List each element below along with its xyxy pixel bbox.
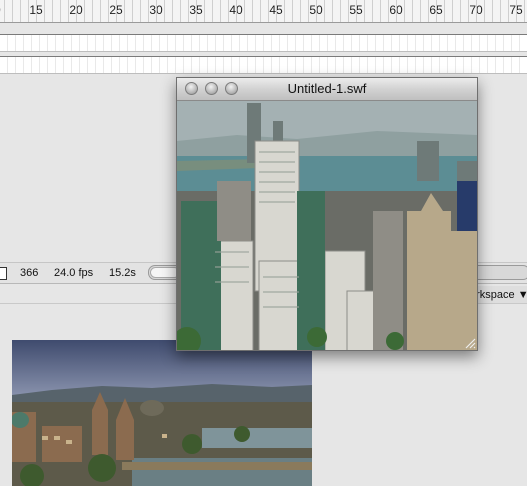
ruler-tick xyxy=(172,0,173,22)
ruler-tick xyxy=(492,0,493,22)
ruler-tick xyxy=(132,0,133,22)
ruler-tick xyxy=(412,0,413,22)
ruler-tick xyxy=(204,0,205,22)
ruler-tick xyxy=(148,0,149,22)
ruler-tick xyxy=(84,0,85,22)
ruler-tick xyxy=(68,0,69,22)
ruler-tick xyxy=(364,0,365,22)
ruler-tick xyxy=(356,0,357,22)
ruler-tick xyxy=(92,0,93,22)
window-title: Untitled-1.swf xyxy=(287,81,367,96)
ruler-number: 0 xyxy=(0,3,1,17)
ruler-tick xyxy=(324,0,325,22)
ruler-tick xyxy=(140,0,141,22)
frame-icon xyxy=(0,267,7,280)
ruler-tick xyxy=(444,0,445,22)
ruler-tick xyxy=(44,0,45,22)
ruler-tick xyxy=(524,0,525,22)
ruler-tick xyxy=(164,0,165,22)
ruler-tick xyxy=(500,0,501,22)
ruler-tick xyxy=(300,0,301,22)
ruler-tick xyxy=(428,0,429,22)
resize-grip-icon[interactable] xyxy=(464,337,476,349)
ruler-tick xyxy=(284,0,285,22)
prague-city-photo xyxy=(12,340,312,486)
ruler-tick xyxy=(484,0,485,22)
hong-kong-skyline-photo xyxy=(177,101,477,350)
ruler-tick xyxy=(212,0,213,22)
workspace-switcher[interactable]: orkspace ▼ xyxy=(470,286,527,304)
ruler-tick xyxy=(340,0,341,22)
ruler-tick xyxy=(180,0,181,22)
ruler-tick xyxy=(228,0,229,22)
ruler-tick xyxy=(396,0,397,22)
ruler-tick xyxy=(308,0,309,22)
ruler-tick xyxy=(452,0,453,22)
ruler-tick xyxy=(292,0,293,22)
frame-rate: 24.0 fps xyxy=(54,267,94,279)
ruler-tick xyxy=(268,0,269,22)
ruler-tick xyxy=(52,0,53,22)
ruler-tick xyxy=(28,0,29,22)
ruler-tick xyxy=(116,0,117,22)
current-frame: 366 xyxy=(20,267,39,279)
ruler-tick xyxy=(260,0,261,22)
ruler-tick xyxy=(20,0,21,22)
ruler-tick xyxy=(332,0,333,22)
ruler-tick xyxy=(476,0,477,22)
ruler-tick xyxy=(124,0,125,22)
timeline-layer-row[interactable] xyxy=(0,56,527,74)
ruler-tick xyxy=(12,0,13,22)
stage-photo[interactable] xyxy=(12,340,312,486)
ruler-tick xyxy=(468,0,469,22)
ruler-tick xyxy=(60,0,61,22)
ruler-tick xyxy=(188,0,189,22)
ruler-tick xyxy=(388,0,389,22)
ruler-tick xyxy=(196,0,197,22)
ruler-tick xyxy=(516,0,517,22)
ruler-tick xyxy=(252,0,253,22)
ruler-tick xyxy=(244,0,245,22)
chevron-down-icon: ▼ xyxy=(517,289,527,301)
window-titlebar[interactable]: Untitled-1.swf xyxy=(177,78,477,101)
ruler-tick xyxy=(460,0,461,22)
ruler-tick xyxy=(380,0,381,22)
ruler-tick xyxy=(276,0,277,22)
swf-movie-content[interactable] xyxy=(177,101,477,350)
ruler-tick xyxy=(348,0,349,22)
ruler-tick xyxy=(108,0,109,22)
elapsed-time: 15.2s xyxy=(109,267,136,279)
ruler-tick xyxy=(404,0,405,22)
ruler-tick xyxy=(36,0,37,22)
timeline-layer-row[interactable] xyxy=(0,34,527,52)
swf-preview-window[interactable]: Untitled-1.swf xyxy=(176,77,478,351)
ruler-tick xyxy=(4,0,5,22)
ruler-tick xyxy=(436,0,437,22)
ruler-tick xyxy=(316,0,317,22)
ruler-tick xyxy=(76,0,77,22)
ruler-tick xyxy=(420,0,421,22)
ruler-tick xyxy=(100,0,101,22)
timeline-ruler[interactable]: 0 15 20 25 30 35 40 45 50 55 60 65 70 75 xyxy=(0,0,527,23)
ruler-tick xyxy=(156,0,157,22)
ruler-tick xyxy=(236,0,237,22)
ruler-tick xyxy=(372,0,373,22)
ruler-tick xyxy=(508,0,509,22)
ruler-tick xyxy=(220,0,221,22)
